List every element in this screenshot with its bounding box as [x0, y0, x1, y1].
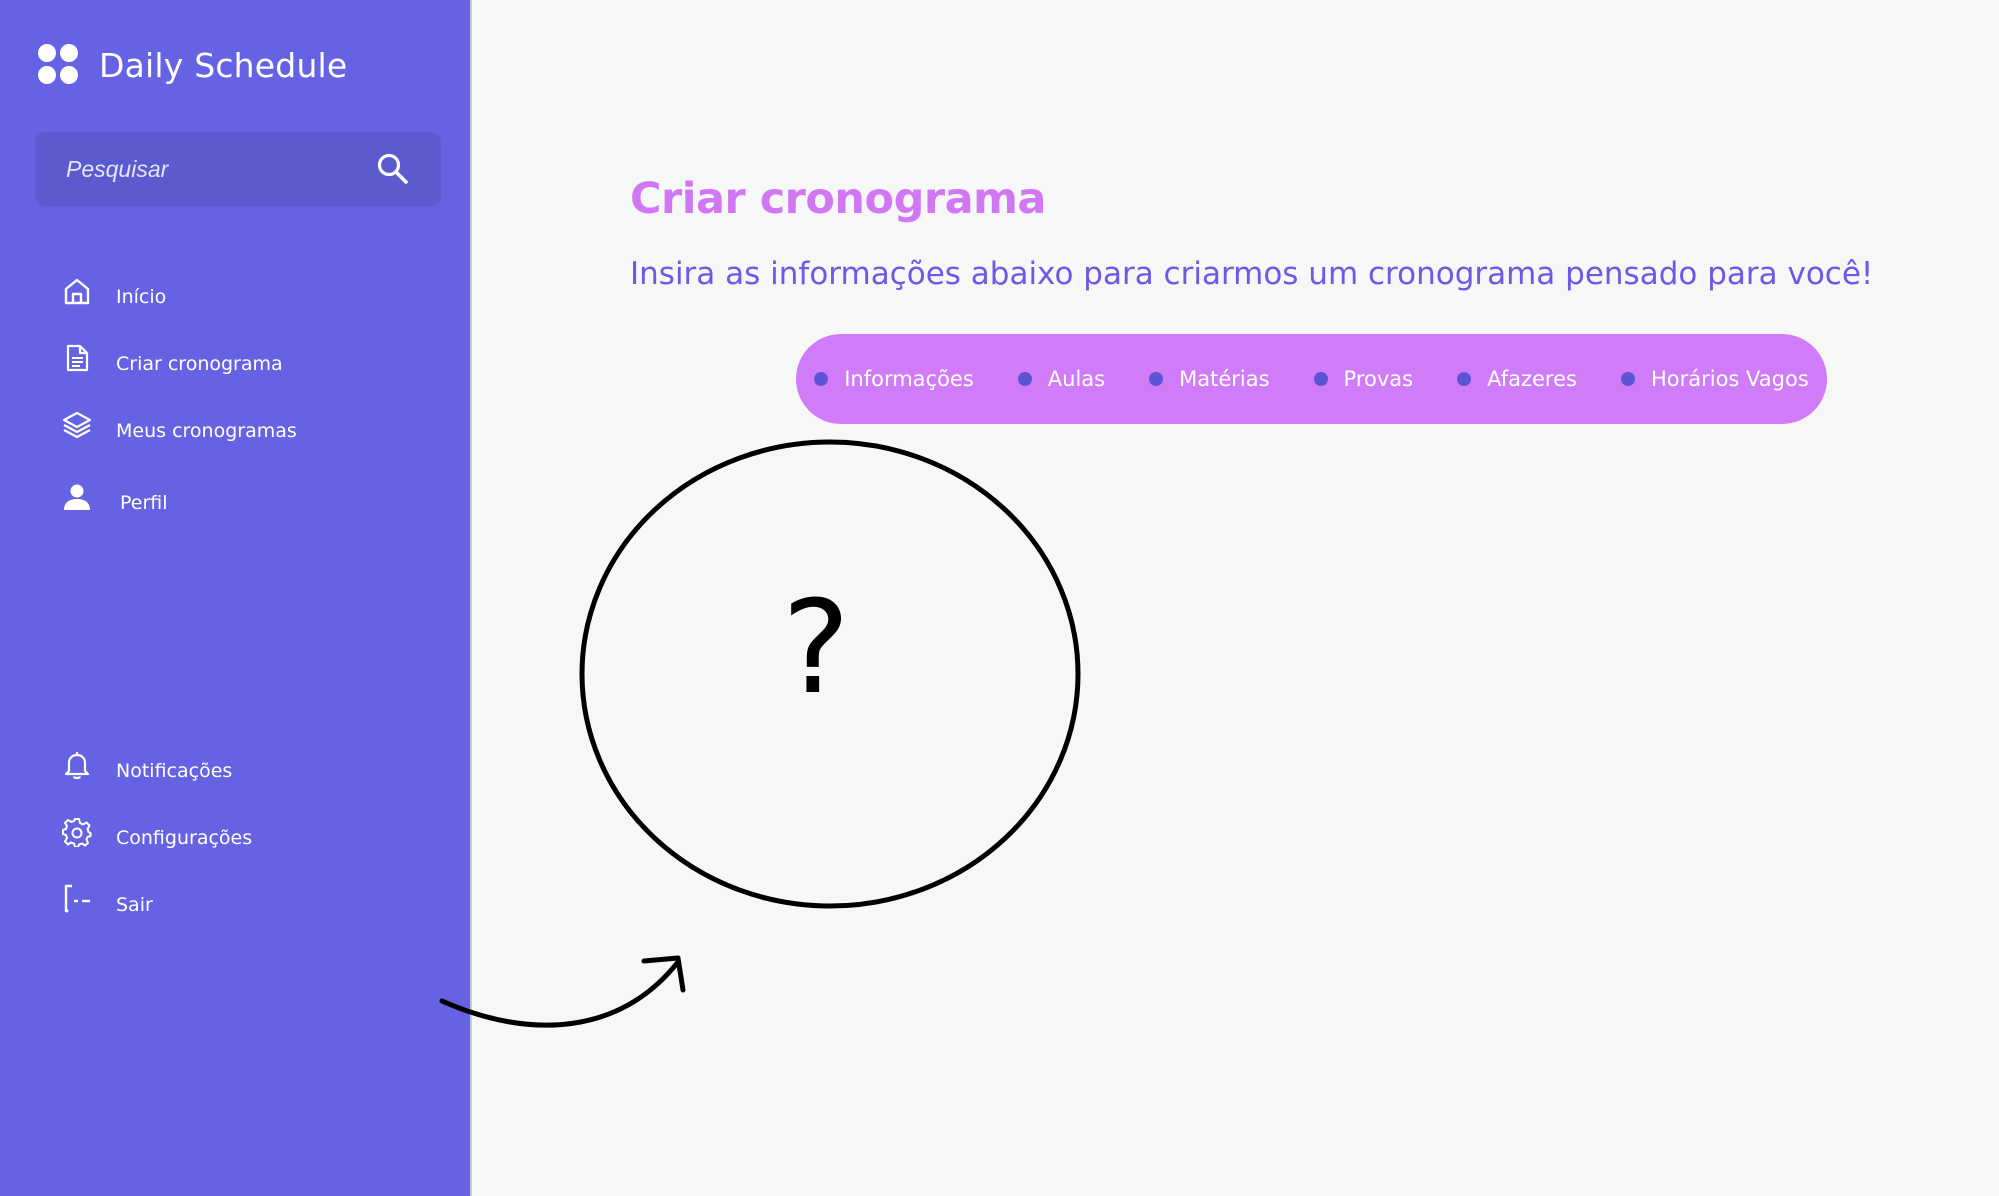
sidebar-item-label: Início [116, 285, 167, 308]
step-dot [1017, 372, 1032, 386]
logout-icon [64, 884, 90, 913]
sidebar-item-criar-cronograma[interactable]: Criar cronograma [0, 329, 472, 396]
step-label: Provas [1343, 367, 1414, 391]
curved-arrow [439, 959, 681, 1028]
user-icon [64, 484, 90, 510]
step-label: Informações [844, 367, 974, 391]
step-label: Afazeres [1487, 367, 1577, 391]
search-box [35, 132, 441, 206]
sidebar-main-nav: Início Criar cronograma Meus cronogramas [0, 262, 472, 535]
search-icon [377, 153, 408, 184]
sidebar-item-label: Perfil [120, 491, 168, 514]
placeholder-illustration [439, 439, 1081, 1028]
home-icon [64, 278, 90, 304]
step-dot [814, 372, 829, 386]
sidebar-item-label: Configurações [116, 826, 253, 849]
app-logo[interactable]: Daily Schedule [38, 44, 347, 86]
step-dot [1149, 372, 1164, 386]
sidebar-item-label: Meus cronogramas [116, 419, 297, 442]
steps-bar: Informações Aulas Matérias Provas Afazer… [796, 334, 1827, 424]
step-aulas[interactable]: Aulas [1017, 367, 1106, 391]
app-title: Daily Schedule [99, 45, 348, 85]
sidebar-item-perfil[interactable]: Perfil [0, 468, 472, 535]
step-dot [1457, 372, 1472, 386]
sidebar-item-meus-cronogramas[interactable]: Meus cronogramas [0, 396, 472, 463]
step-dot [1620, 372, 1635, 386]
step-label: Horários Vagos [1650, 367, 1809, 391]
sidebar-item-label: Criar cronograma [116, 352, 283, 375]
sidebar-item-notificacoes[interactable]: Notificações [0, 736, 472, 803]
sidebar-item-sair[interactable]: Sair [0, 870, 472, 937]
sidebar-bottom-nav: Notificações Configurações Sair [0, 736, 472, 937]
sidebar-item-inicio[interactable]: Início [0, 262, 472, 329]
layers-icon [62, 411, 92, 438]
step-dot [1313, 372, 1328, 386]
sidebar: Daily Schedule Início [0, 0, 472, 1196]
step-materias[interactable]: Matérias [1149, 367, 1270, 391]
document-icon [66, 344, 89, 371]
step-label: Aulas [1047, 367, 1106, 391]
step-label: Matérias [1179, 367, 1270, 391]
search-input[interactable] [66, 132, 366, 206]
step-afazeres[interactable]: Afazeres [1457, 367, 1577, 391]
search-button[interactable] [375, 151, 411, 187]
sidebar-item-label: Notificações [116, 759, 233, 782]
sidebar-item-configuracoes[interactable]: Configurações [0, 803, 472, 870]
gear-icon [62, 817, 92, 847]
app-logo-icon [38, 44, 80, 86]
step-informacoes[interactable]: Informações [814, 367, 974, 391]
page-title: Criar cronograma [630, 174, 1046, 224]
page-subtitle: Insira as informações abaixo para criarm… [630, 256, 1874, 292]
sidebar-item-label: Sair [116, 893, 153, 916]
arrow-head [641, 955, 686, 993]
bell-icon [64, 751, 90, 779]
step-provas[interactable]: Provas [1313, 367, 1414, 391]
step-horarios-vagos[interactable]: Horários Vagos [1620, 367, 1809, 391]
question-mark-icon: ? [782, 574, 850, 723]
